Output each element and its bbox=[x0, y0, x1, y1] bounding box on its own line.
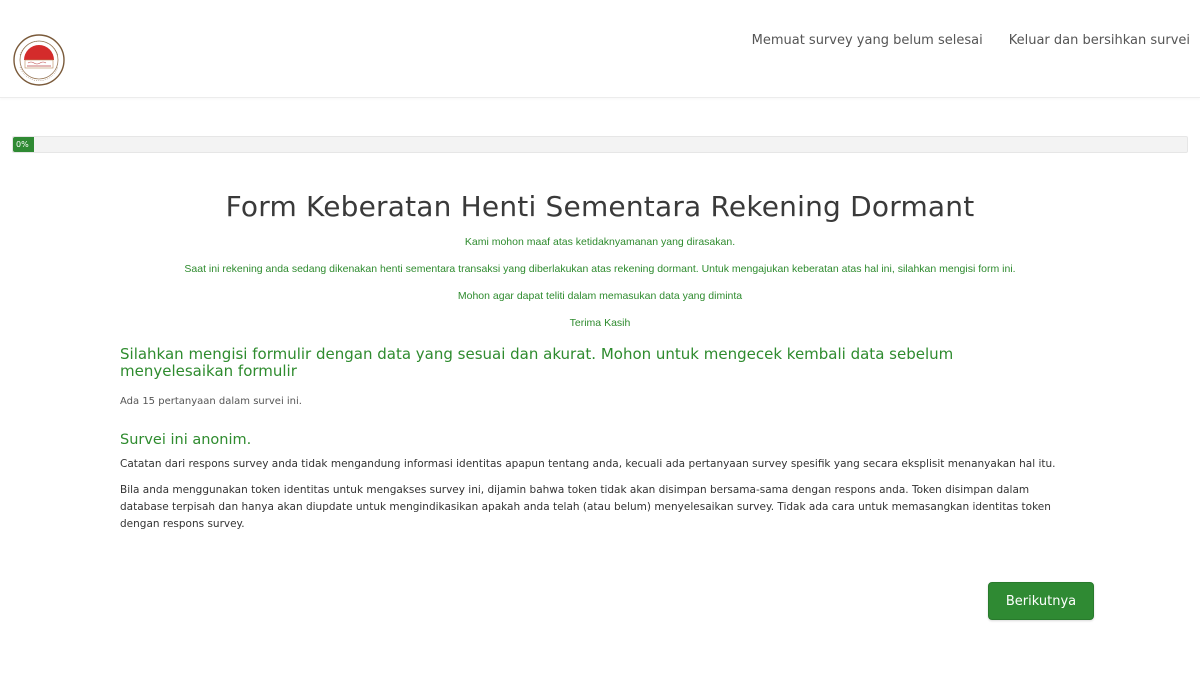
next-button[interactable]: Berikutnya bbox=[988, 582, 1094, 620]
description-paragraph: Terima Kasih bbox=[569, 317, 631, 329]
anonymous-paragraph: Bila anda menggunakan token identitas un… bbox=[120, 484, 1051, 530]
exit-clear-survey-link[interactable]: Keluar dan bersihkan survei bbox=[1009, 33, 1190, 48]
description-paragraph: Mohon agar dapat teliti dalam memasukan … bbox=[457, 290, 743, 302]
description-paragraph: Saat ini rekening anda sedang dikenakan … bbox=[184, 263, 1016, 275]
top-navbar: Memuat survey yang belum selesai Keluar … bbox=[0, 0, 1200, 98]
welcome-message: Silahkan mengisi formulir dengan data ya… bbox=[120, 345, 954, 380]
anonymous-notice: Catatan dari respons survey anda tidak m… bbox=[120, 456, 1088, 533]
anonymous-paragraph: Catatan dari respons survey anda tidak m… bbox=[120, 458, 1056, 470]
question-count: Ada 15 pertanyaan dalam survei ini. bbox=[120, 396, 302, 407]
nav-links: Memuat survey yang belum selesai Keluar … bbox=[752, 33, 1190, 48]
progress-bar: 0% bbox=[12, 136, 1188, 153]
survey-description: Kami mohon maaf atas ketidaknyamanan yan… bbox=[112, 233, 1088, 332]
institution-seal-logo-icon[interactable] bbox=[12, 33, 66, 87]
anonymous-heading: Survei ini anonim. bbox=[120, 432, 252, 448]
survey-welcome-container: Form Keberatan Henti Sementara Rekening … bbox=[112, 190, 1088, 542]
load-unfinished-survey-link[interactable]: Memuat survey yang belum selesai bbox=[752, 33, 983, 48]
progress-fill: 0% bbox=[13, 137, 34, 152]
description-paragraph: Kami mohon maaf atas ketidaknyamanan yan… bbox=[464, 236, 736, 248]
survey-title: Form Keberatan Henti Sementara Rekening … bbox=[225, 190, 975, 223]
